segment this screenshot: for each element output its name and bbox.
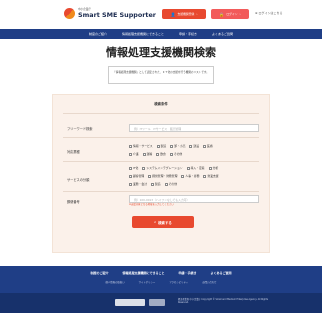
search-button[interactable]: ⌕ 検索する (132, 216, 194, 228)
footer-link[interactable]: よくあるご質問 (210, 271, 231, 275)
industry-checkbox-row-1: 情報・サービス 製造 卸・小売 建設 医療 (129, 144, 213, 148)
footer-link[interactable]: 申請・手続き (178, 271, 196, 275)
service-checkbox[interactable]: システムインテグレーション (142, 166, 183, 170)
register-button[interactable]: 👤 支援機関登録 › (162, 9, 206, 19)
intro-note: 「情報処理支援機関」として認定された、ＩＴ化の支援を行う機関のリストです。 (108, 66, 214, 84)
footer-link[interactable]: お問い合わせ (202, 280, 216, 284)
sme-agency-logo (149, 299, 165, 306)
industry-checkbox-row-2: 介護 運輸 飲食 その他 (129, 152, 182, 156)
service-checkbox[interactable]: 導入・定着 (186, 166, 205, 170)
main-nav: 制度のご紹介 情報処理支援機関にできること 申請・手続き よくあるご質問 (0, 29, 322, 39)
industry-checkbox[interactable]: 介護 (129, 152, 139, 156)
footer-link[interactable]: サイトポリシー (139, 280, 156, 284)
register-button-label: 支援機関登録 (177, 12, 195, 16)
postal-code-hint: ※支援対象となる地域を入力してください (129, 203, 174, 206)
nav-item-about[interactable]: 制度のご紹介 (89, 32, 107, 36)
service-checkbox[interactable]: その他 (164, 182, 177, 186)
service-checkbox[interactable]: IT化 (129, 166, 138, 170)
footer-link[interactable]: 情報処理支援機関にできること (123, 271, 165, 275)
service-checkbox-row-3: 業務・会計 製造 その他 (129, 182, 177, 186)
login-link-label: ログインはこちら (258, 11, 283, 15)
postal-code-label: 郵便番号 (67, 200, 80, 204)
industry-checkbox[interactable]: 運輸 (142, 152, 152, 156)
industry-checkbox[interactable]: 飲食 (156, 152, 166, 156)
footer-link[interactable]: アクセシビリティ (169, 280, 188, 284)
service-checkbox[interactable]: 人事・労務 (181, 174, 199, 178)
footer: 制度のご紹介 情報処理支援機関にできること 申請・手続き よくあるご質問 個人情… (0, 266, 322, 313)
chevron-right-icon: › (239, 12, 241, 16)
search-panel-title: 検索条件 (154, 102, 168, 106)
logo-title: Smart SME Supporter (78, 10, 156, 19)
nav-item-capabilities[interactable]: 情報処理支援機関にできること (122, 32, 164, 36)
header: 中小企業庁 Smart SME Supporter 👤 支援機関登録 › 🔒 ロ… (0, 0, 322, 27)
keyword-label: フリーワード検索 (67, 127, 93, 131)
meti-logo (115, 299, 145, 306)
divider (63, 161, 259, 162)
service-checkbox[interactable]: 顧客管理 (129, 174, 144, 178)
service-label: サービスの分類 (67, 178, 90, 182)
divider (63, 113, 259, 114)
keyword-input[interactable]: 例）ITツール ITサービス 販売管理 (129, 124, 259, 132)
logo-mark-icon (64, 8, 75, 19)
service-checkbox[interactable]: 製造 (151, 182, 161, 186)
footer-bottom: 経済産業省 中小企業庁 Copyright © Small and Medium… (0, 293, 322, 313)
person-icon: 👤 (170, 11, 176, 17)
service-checkbox-row-1: IT化 システムインテグレーション 導入・定着 分析 (129, 166, 218, 170)
chevron-right-icon: › (196, 12, 198, 16)
page: 中小企業庁 Smart SME Supporter 👤 支援機関登録 › 🔒 ロ… (0, 0, 322, 313)
search-icon: ⌕ (154, 220, 157, 224)
nav-item-faq[interactable]: よくあるご質問 (212, 32, 233, 36)
service-checkbox-row-2: 顧客管理 経営管理・財務管理 人事・労務 営業支援 (129, 174, 219, 178)
service-checkbox[interactable]: 経営管理・財務管理 (148, 174, 177, 178)
industry-checkbox[interactable]: 建設 (189, 144, 199, 148)
footer-nav: 制度のご紹介 情報処理支援機関にできること 申請・手続き よくあるご質問 (0, 271, 322, 275)
industry-checkbox[interactable]: その他 (169, 152, 182, 156)
service-checkbox[interactable]: 営業支援 (203, 174, 219, 178)
industry-checkbox[interactable]: 情報・サービス (129, 144, 153, 148)
industry-label: 対応業種 (67, 150, 80, 154)
login-link[interactable]: ⊕ ログインはこちら (255, 11, 283, 15)
service-checkbox[interactable]: 業務・会計 (129, 182, 147, 186)
divider (63, 191, 259, 192)
industry-checkbox[interactable]: 医療 (203, 144, 213, 148)
footer-subnav: 個人情報の取扱い サイトポリシー アクセシビリティ お問い合わせ (0, 280, 322, 284)
service-checkbox[interactable]: 分析 (208, 166, 218, 170)
search-button-label: 検索する (158, 220, 172, 225)
divider (63, 137, 259, 138)
site-logo[interactable]: 中小企業庁 Smart SME Supporter (64, 8, 156, 19)
search-panel: 検索条件 フリーワード検索 例）ITツール ITサービス 販売管理 対応業種 情… (52, 94, 270, 253)
login-button-label: ログイン (226, 12, 238, 16)
industry-checkbox[interactable]: 製造 (156, 144, 166, 148)
footer-link[interactable]: 制度のご紹介 (91, 271, 109, 275)
lock-icon: 🔒 (219, 11, 225, 17)
page-title: 情報処理支援機関検索 (106, 46, 216, 59)
industry-checkbox[interactable]: 卸・小売 (170, 144, 185, 148)
footer-link[interactable]: 個人情報の取扱い (105, 280, 124, 284)
nav-item-apply[interactable]: 申請・手続き (179, 32, 197, 36)
login-button[interactable]: 🔒 ログイン › (211, 9, 249, 19)
copyright: 経済産業省 中小企業庁 Copyright © Small and Medium… (178, 298, 269, 305)
